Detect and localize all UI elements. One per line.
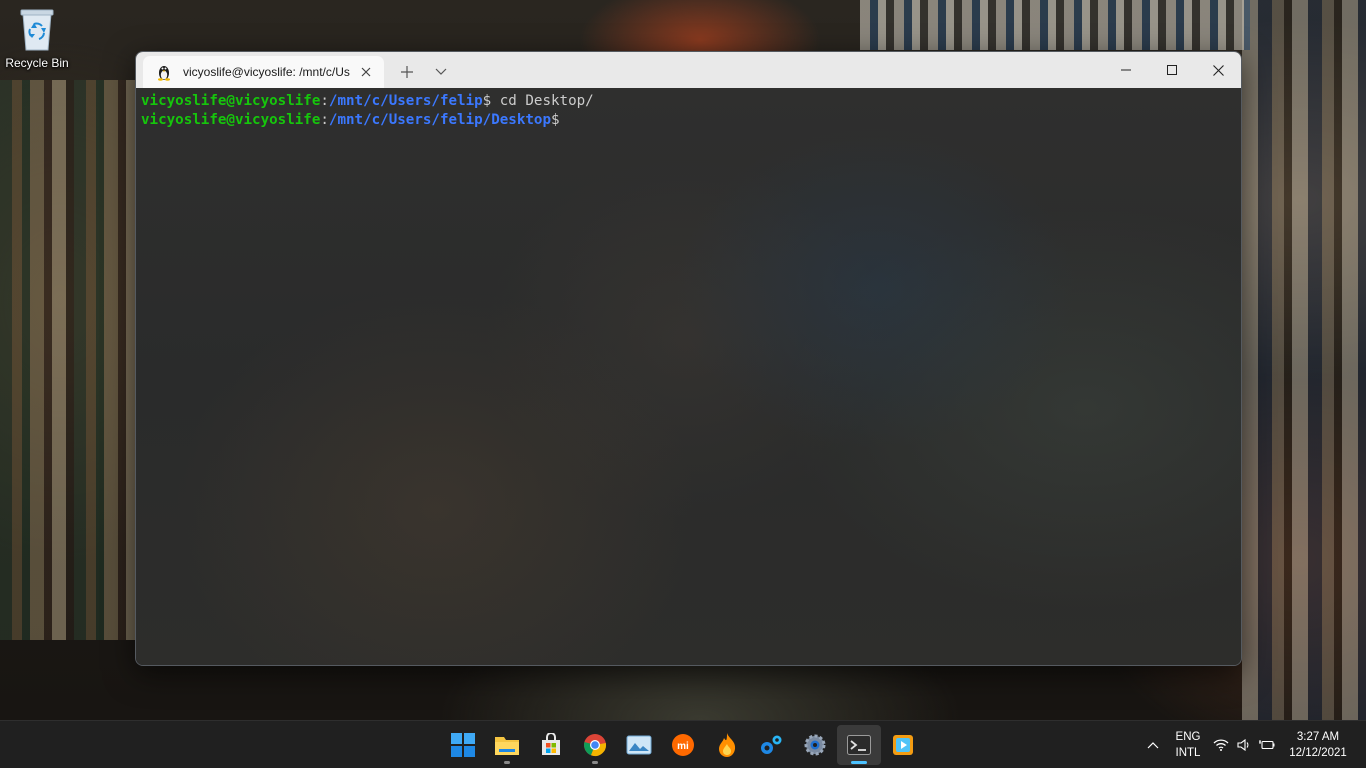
wallpaper-bookshelf-left <box>0 80 135 640</box>
clock[interactable]: 3:27 AM 12/12/2021 <box>1278 729 1358 761</box>
keyboard-layout: INTL <box>1175 747 1201 759</box>
tab-title: vicyoslife@vicyoslife: /mnt/c/Us <box>183 65 350 79</box>
taskbar-microsoft-store[interactable] <box>529 725 573 765</box>
tab-close-button[interactable] <box>358 64 374 80</box>
close-icon <box>361 67 371 77</box>
minimize-icon <box>1121 69 1131 71</box>
minimize-button[interactable] <box>1103 52 1149 88</box>
prompt-user-host: vicyoslife@vicyoslife <box>141 93 321 109</box>
prompt-symbol: $ <box>551 112 560 128</box>
command-text: cd Desktop/ <box>491 93 594 109</box>
running-indicator <box>592 761 598 764</box>
wifi-icon <box>1213 739 1229 751</box>
prompt-symbol: $ <box>482 93 492 109</box>
close-button[interactable] <box>1195 52 1241 88</box>
maximize-icon <box>1167 65 1177 75</box>
running-indicator <box>851 761 867 764</box>
mi-icon: mi <box>672 734 694 756</box>
taskbar-terminal[interactable] <box>837 725 881 765</box>
chevron-down-icon <box>435 68 447 75</box>
windows-start-icon <box>451 733 475 757</box>
photos-icon <box>626 735 652 755</box>
language-indicator[interactable]: ENG INTL <box>1166 729 1210 761</box>
taskbar-flame-app[interactable] <box>705 725 749 765</box>
taskbar-file-explorer[interactable] <box>485 725 529 765</box>
terminal-output[interactable]: vicyoslife@vicyoslife:/mnt/c/Users/felip… <box>136 88 1241 665</box>
taskbar-start-button[interactable] <box>441 725 485 765</box>
quick-settings-button[interactable] <box>1210 739 1278 751</box>
taskbar-media-player[interactable] <box>881 725 925 765</box>
taskbar-mi[interactable]: mi <box>661 725 705 765</box>
tab-dropdown-button[interactable] <box>424 56 458 88</box>
language-code: ENG <box>1175 731 1201 743</box>
gears-icon <box>761 735 782 754</box>
taskbar: mi ENG INTL 3:27 AM 12/12/2021 <box>0 720 1366 768</box>
chrome-icon <box>584 734 606 757</box>
tab-terminal[interactable]: vicyoslife@vicyoslife: /mnt/c/Us <box>143 56 384 88</box>
taskbar-settings[interactable] <box>793 725 837 765</box>
desktop-icon-label: Recycle Bin <box>5 56 69 70</box>
close-icon <box>1212 64 1224 76</box>
clock-time: 3:27 AM <box>1296 731 1340 743</box>
prompt-path: /mnt/c/Users/felip/Desktop <box>328 112 552 128</box>
prompt-path: /mnt/c/Users/felip <box>328 93 483 109</box>
settings-gear-icon <box>804 734 826 756</box>
taskbar-photos[interactable] <box>617 725 661 765</box>
clock-date: 12/12/2021 <box>1289 747 1347 759</box>
terminal-icon <box>847 735 871 755</box>
title-bar[interactable]: vicyoslife@vicyoslife: /mnt/c/Us <box>136 52 1241 88</box>
battery-icon <box>1259 740 1275 750</box>
terminal-line: vicyoslife@vicyoslife:/mnt/c/Users/felip… <box>141 92 1241 111</box>
tray-overflow-button[interactable] <box>1140 741 1166 749</box>
volume-icon <box>1237 739 1249 751</box>
terminal-window: vicyoslife@vicyoslife: /mnt/c/Us vicyosl… <box>135 51 1242 666</box>
prompt-separator: : <box>320 93 329 109</box>
svg-text:mi: mi <box>677 741 689 752</box>
recycle-bin-icon <box>20 9 54 51</box>
chevron-up-icon <box>1147 742 1159 749</box>
wallpaper-bookshelf-top <box>860 0 1250 50</box>
taskbar-chrome[interactable] <box>573 725 617 765</box>
prompt-separator: : <box>320 112 329 128</box>
prompt-user-host: vicyoslife@vicyoslife <box>141 112 321 128</box>
terminal-line: vicyoslife@vicyoslife:/mnt/c/Users/felip… <box>141 111 1241 130</box>
store-icon <box>542 733 560 755</box>
desktop-icon-recycle-bin[interactable]: Recycle Bin <box>4 6 70 76</box>
maximize-button[interactable] <box>1149 52 1195 88</box>
wallpaper-bookshelf-right <box>1242 0 1366 720</box>
taskbar-gears-app[interactable] <box>749 725 793 765</box>
plus-icon <box>401 66 413 78</box>
flame-icon <box>719 733 736 757</box>
new-tab-button[interactable] <box>390 56 424 88</box>
folder-icon <box>495 737 519 755</box>
linux-penguin-icon <box>158 66 170 81</box>
media-player-icon <box>893 735 913 755</box>
running-indicator <box>504 761 510 764</box>
